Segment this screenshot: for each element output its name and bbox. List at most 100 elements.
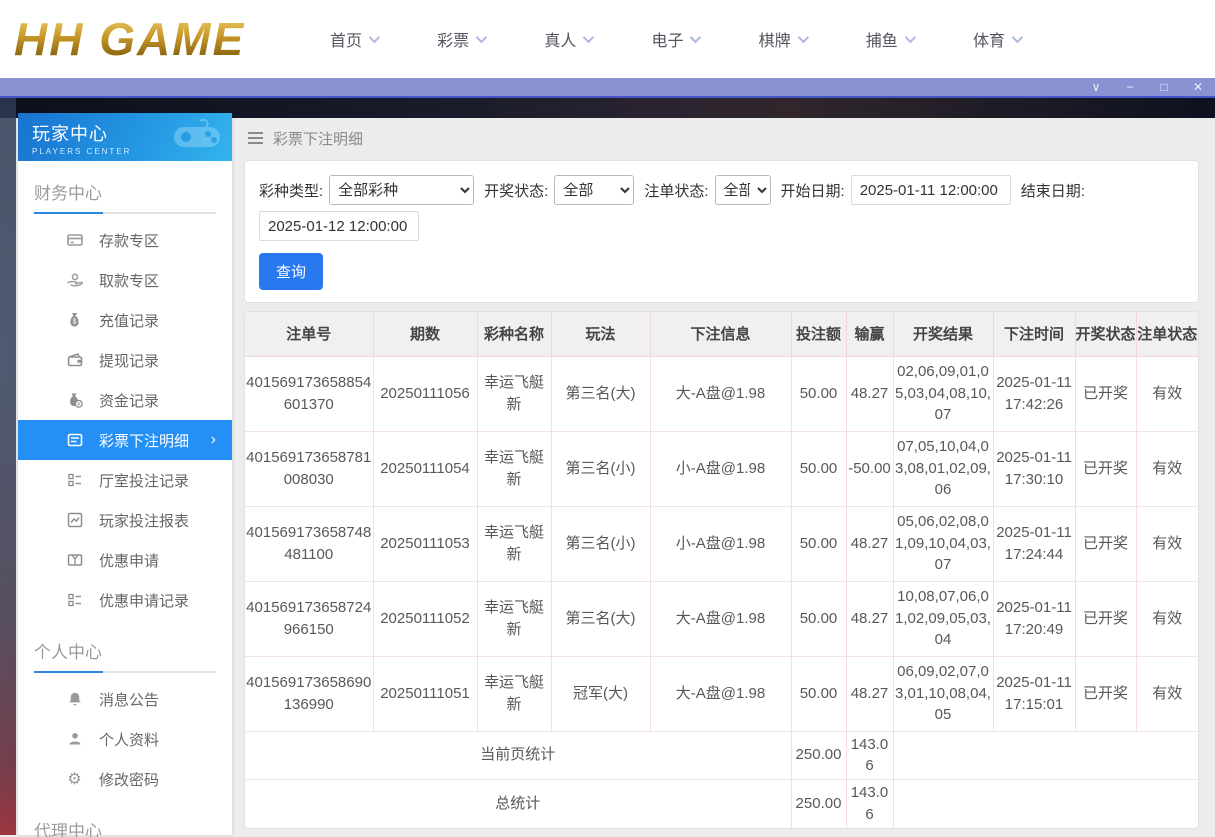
cell-bet-info: 大-A盘@1.98	[650, 356, 792, 432]
cell-play-type: 第三名(小)	[551, 506, 651, 582]
chevron-down-icon	[475, 31, 488, 44]
promo-apply-icon	[66, 552, 83, 569]
table-row: 401569173658854601370 20250111056 幸运飞艇新 …	[245, 356, 1198, 432]
chevron-down-icon	[583, 31, 595, 44]
cell-order-status: 有效	[1136, 431, 1198, 507]
app-body: 玩家中心 PLAYERS CENTER 财务中心 存款专区 取款专区 $ 充值记…	[0, 98, 1215, 837]
sidebar-header: 玩家中心 PLAYERS CENTER	[18, 113, 232, 161]
col-header-play-type: 玩法	[551, 312, 651, 357]
window-maximize-icon[interactable]: □	[1157, 78, 1171, 96]
chevron-down-icon	[904, 31, 916, 44]
cell-order-status: 有效	[1136, 356, 1198, 432]
table-row: 401569173658748481100 20250111053 幸运飞艇新 …	[245, 506, 1198, 582]
nav-item-live[interactable]: 真人	[544, 27, 595, 51]
cell-bet-info: 大-A盘@1.98	[650, 656, 792, 732]
sidebar-item-funds-records[interactable]: ¥ 资金记录	[34, 380, 216, 420]
section-rule	[34, 671, 216, 673]
cell-draw-result: 05,06,02,08,01,09,10,04,03,07	[893, 506, 994, 582]
cell-order-status: 有效	[1136, 656, 1198, 732]
cell-lottery-name: 幸运飞艇新	[477, 431, 552, 507]
funds-bag-icon: ¥	[66, 392, 83, 409]
page-title: 彩票下注明细	[273, 130, 364, 148]
cell-winloss: -50.00	[846, 431, 894, 507]
section-heading: 财务中心	[34, 184, 102, 203]
sidebar-item-profile[interactable]: 个人资料	[34, 719, 216, 759]
nav-item-sports[interactable]: 体育	[973, 27, 1024, 51]
cell-winloss: 48.27	[846, 356, 894, 432]
end-date-input[interactable]	[259, 211, 419, 241]
sidebar-item-lottery-bet-detail[interactable]: 彩票下注明细 ›	[18, 420, 232, 460]
cell-lottery-name: 幸运飞艇新	[477, 581, 552, 657]
window-collapse-icon[interactable]: ∨	[1089, 78, 1103, 96]
col-header-winloss: 输赢	[846, 312, 894, 357]
nav-item-fishing[interactable]: 捕鱼	[866, 27, 916, 51]
cell-bet-amount: 50.00	[791, 506, 847, 582]
sidebar-item-recharge-records[interactable]: $ 充值记录	[34, 300, 216, 340]
cell-bet-time: 2025-01-11 17:42:26	[993, 356, 1076, 432]
sidebar-item-withdraw-records[interactable]: 提现记录	[34, 340, 216, 380]
cell-bet-amount: 50.00	[791, 356, 847, 432]
draw-status-select[interactable]: 全部	[554, 175, 635, 205]
cell-order-no: 401569173658690136990	[245, 656, 374, 732]
order-status-label: 注单状态:	[644, 182, 709, 200]
filter-panel: 彩种类型: 全部彩种 开奖状态: 全部 注单状态: 全部 开始日期: 结束日期:…	[244, 160, 1199, 303]
cell-draw-status: 已开奖	[1075, 506, 1137, 582]
cell-order-status: 有效	[1136, 506, 1198, 582]
col-header-order-no: 注单号	[245, 312, 374, 357]
draw-status-label: 开奖状态:	[484, 182, 549, 200]
sidebar-section-finance: 财务中心 存款专区 取款专区 $ 充值记录 提现记录 ¥ 资金记录 彩票下注明细…	[18, 161, 232, 620]
cell-period: 20250111051	[373, 656, 478, 732]
end-date-label: 结束日期:	[1020, 182, 1085, 200]
col-header-period: 期数	[373, 312, 478, 357]
sidebar-item-deposit-zone[interactable]: 存款专区	[34, 220, 216, 260]
sidebar-item-withdraw-zone[interactable]: 取款专区	[34, 260, 216, 300]
grand-total-summary-row: 总统计 250.00 143.06	[245, 779, 1198, 828]
sidebar-item-hall-bet-records[interactable]: 厅室投注记录	[34, 460, 216, 500]
withdraw-wallet-icon	[66, 352, 83, 369]
table-header-row: 注单号 期数 彩种名称 玩法 下注信息 投注额 输赢 开奖结果 下注时间 开奖状…	[245, 312, 1198, 357]
col-header-lottery-name: 彩种名称	[477, 312, 552, 357]
search-button[interactable]: 查询	[259, 253, 324, 290]
sidebar-section-agent: 代理中心	[18, 799, 232, 837]
cell-bet-amount: 50.00	[791, 581, 847, 657]
nav-item-cards[interactable]: 棋牌	[759, 27, 809, 51]
section-rule	[34, 212, 216, 214]
breadcrumb: 彩票下注明细	[244, 118, 1199, 158]
summary-label: 总统计	[245, 779, 792, 828]
sidebar-item-change-password[interactable]: ⚙ 修改密码	[34, 759, 216, 799]
cell-order-no: 401569173658748481100	[245, 506, 374, 582]
cell-draw-result: 06,09,02,07,03,01,10,08,04,05	[893, 656, 994, 732]
hamburger-icon[interactable]	[248, 129, 263, 147]
cell-period: 20250111052	[373, 581, 478, 657]
sidebar: 玩家中心 PLAYERS CENTER 财务中心 存款专区 取款专区 $ 充值记…	[18, 113, 232, 837]
cell-lottery-name: 幸运飞艇新	[477, 506, 552, 582]
sidebar-item-message-notices[interactable]: 消息公告	[34, 679, 216, 719]
sidebar-item-player-bet-report[interactable]: 玩家投注报表	[34, 500, 216, 540]
cell-bet-time: 2025-01-11 17:24:44	[993, 506, 1076, 582]
nav-item-lottery[interactable]: 彩票	[437, 27, 488, 51]
current-page-summary-row: 当前页统计 250.00 143.06	[245, 731, 1198, 780]
window-close-icon[interactable]: ✕	[1191, 78, 1205, 96]
nav-item-slots[interactable]: 电子	[651, 27, 702, 51]
sidebar-item-promo-apply-records[interactable]: 优惠申请记录	[34, 580, 216, 620]
cell-order-no: 401569173658854601370	[245, 356, 374, 432]
bet-detail-table: 注单号 期数 彩种名称 玩法 下注信息 投注额 输赢 开奖结果 下注时间 开奖状…	[245, 312, 1198, 828]
lottery-type-select[interactable]: 全部彩种	[329, 175, 475, 205]
withdraw-hand-icon	[66, 272, 83, 289]
summary-label: 当前页统计	[245, 731, 792, 780]
order-status-select[interactable]: 全部	[714, 175, 771, 205]
cell-draw-result: 10,08,07,06,01,02,09,05,03,04	[893, 581, 994, 657]
bell-icon	[66, 691, 83, 708]
window-minimize-icon[interactable]: −	[1123, 78, 1137, 96]
start-date-input[interactable]	[850, 175, 1011, 205]
nav-item-home[interactable]: 首页	[330, 27, 381, 51]
cell-play-type: 第三名(小)	[551, 431, 651, 507]
table-row: 401569173658724966150 20250111052 幸运飞艇新 …	[245, 581, 1198, 657]
background-left-gutter	[0, 98, 16, 835]
cell-order-status: 有效	[1136, 581, 1198, 657]
cell-play-type: 第三名(大)	[551, 581, 651, 657]
chevron-down-icon	[690, 31, 702, 44]
sidebar-item-promo-apply[interactable]: 优惠申请	[34, 540, 216, 580]
lottery-type-label: 彩种类型:	[259, 182, 324, 200]
hall-bet-records-icon	[66, 472, 83, 489]
